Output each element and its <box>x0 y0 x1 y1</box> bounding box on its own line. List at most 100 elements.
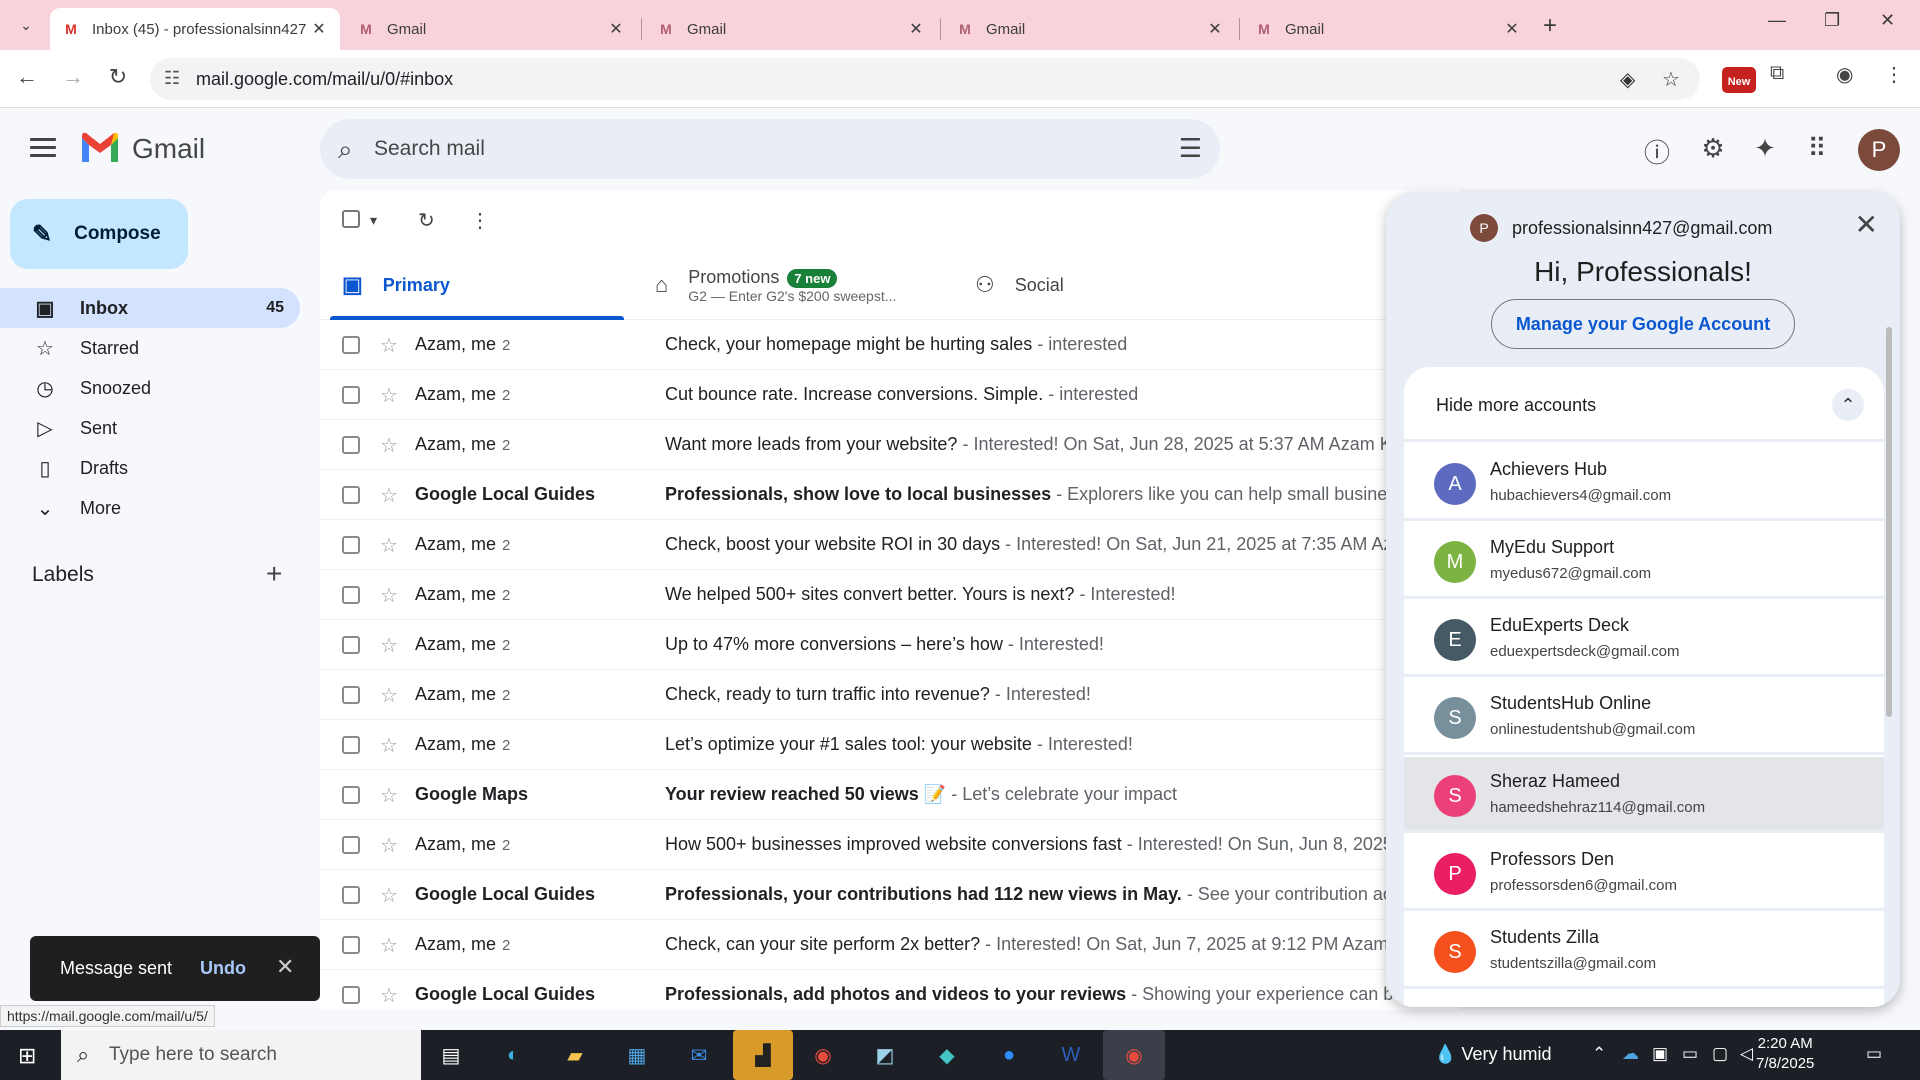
sidebar-item-drafts[interactable]: ▯ Drafts <box>0 448 300 488</box>
close-icon[interactable]: ✕ <box>276 954 294 980</box>
add-label-icon[interactable]: + <box>266 558 282 590</box>
star-icon[interactable]: ☆ <box>380 933 398 958</box>
tab-search-button[interactable]: ⌄ <box>12 12 40 38</box>
row-checkbox[interactable] <box>342 636 360 654</box>
search-bar[interactable]: ⌕ ☰ <box>320 119 1220 179</box>
email-row[interactable]: ☆ Google Local Guides Professionals, add p… <box>320 970 1460 1010</box>
manage-account-button[interactable]: Manage your Google Account <box>1491 299 1795 349</box>
new-tab-button[interactable]: + <box>1543 12 1557 40</box>
row-checkbox[interactable] <box>342 786 360 804</box>
gmail-wordmark[interactable]: Gmail <box>132 133 205 165</box>
row-checkbox[interactable] <box>342 686 360 704</box>
tab-promotions[interactable]: ⌂ Promotions 7 new G2 — Enter G2's $200 s… <box>655 250 945 320</box>
row-checkbox[interactable] <box>342 986 360 1004</box>
account-row[interactable]: P Professors Den professorsden6@gmail.com <box>1404 835 1884 911</box>
tab-close-icon[interactable]: ✕ <box>907 19 925 39</box>
sidebar-item-sent[interactable]: ▷ Sent <box>0 408 300 448</box>
row-checkbox[interactable] <box>342 586 360 604</box>
email-row[interactable]: ☆ Azam, me 2 Check, ready to turn traffic i… <box>320 670 1460 720</box>
star-icon[interactable]: ☆ <box>380 483 398 508</box>
search-input[interactable] <box>374 129 1134 169</box>
email-row[interactable]: ☆ Azam, me 2 Let’s optimize your #1 sales t… <box>320 720 1460 770</box>
row-checkbox[interactable] <box>342 336 360 354</box>
sidebar-item-inbox[interactable]: ▣ Inbox 45 <box>0 288 300 328</box>
search-options-icon[interactable]: ☰ <box>1179 133 1202 164</box>
select-dropdown-icon[interactable]: ▾ <box>370 212 377 229</box>
email-row[interactable]: ☆ Azam, me 2 Want more leads from your webs… <box>320 420 1460 470</box>
tab-close-icon[interactable]: ✕ <box>607 19 625 39</box>
gemini-sparkle-icon[interactable]: ✦ <box>1749 133 1781 164</box>
restore-icon[interactable]: ❐ <box>1824 10 1840 31</box>
email-row[interactable]: ☆ Azam, me 2 How 500+ businesses improved w… <box>320 820 1460 870</box>
account-row[interactable]: S Students Zilla studentszilla@gmail.com <box>1404 913 1884 989</box>
star-icon[interactable]: ☆ <box>380 383 398 408</box>
tab-primary[interactable]: ▣ Primary <box>330 250 624 320</box>
weather-widget[interactable]: 💧 Very humid <box>1434 1044 1551 1065</box>
email-row[interactable]: ☆ Azam, me 2 We helped 500+ sites convert b… <box>320 570 1460 620</box>
tab-social[interactable]: ⚇ Social <box>975 250 1175 320</box>
star-icon[interactable]: ☆ <box>380 583 398 608</box>
browser-tab-gmail-4[interactable]: M Gmail ✕ <box>944 8 1236 50</box>
email-row[interactable]: ☆ Google Local Guides Professionals, show … <box>320 470 1460 520</box>
task-view-icon[interactable]: ▤ <box>430 1038 472 1072</box>
browser-tab-inbox[interactable]: M Inbox (45) - professionalsinn427 ✕ <box>50 8 340 50</box>
star-icon[interactable]: ☆ <box>380 533 398 558</box>
sidebar-item-snoozed[interactable]: ◷ Snoozed <box>0 368 300 408</box>
chevron-up-icon[interactable]: ⌃ <box>1592 1044 1606 1064</box>
app-icon[interactable]: ◩ <box>864 1038 906 1072</box>
gmail-logo-icon[interactable] <box>80 132 120 164</box>
star-icon[interactable]: ☆ <box>380 733 398 758</box>
row-checkbox[interactable] <box>342 536 360 554</box>
email-row[interactable]: ☆ Google Local Guides Professionals, your … <box>320 870 1460 920</box>
battery-icon[interactable]: ▭ <box>1682 1044 1698 1064</box>
windows-start-icon[interactable]: ⊞ <box>18 1043 36 1069</box>
zoom-icon[interactable]: ● <box>988 1038 1030 1072</box>
bookmark-star-icon[interactable]: ☆ <box>1662 67 1680 92</box>
star-icon[interactable]: ☆ <box>380 983 398 1008</box>
clock[interactable]: 2:20 AM 7/8/2025 <box>1756 1034 1814 1074</box>
browser-tab-gmail-2[interactable]: M Gmail ✕ <box>345 8 637 50</box>
forward-icon[interactable]: → <box>58 64 88 90</box>
store-icon[interactable]: ▦ <box>616 1038 658 1072</box>
row-checkbox[interactable] <box>342 436 360 454</box>
chrome-profile-icon[interactable]: ◉ <box>1103 1030 1165 1080</box>
email-row[interactable]: ☆ Google Maps Your review reached 50 views… <box>320 770 1460 820</box>
apps-grid-icon[interactable]: ⠿ <box>1801 133 1833 164</box>
sticky-notes-icon[interactable]: ▟ <box>733 1030 793 1080</box>
account-row[interactable]: E EduExperts Deck eduexpertsdeck@gmail.com <box>1404 601 1884 677</box>
search-icon[interactable]: ⌕ <box>338 134 353 166</box>
account-row[interactable]: M MyEdu Support myedus672@gmail.com <box>1404 523 1884 599</box>
taskbar-search[interactable]: ⌕ Type here to search <box>61 1030 421 1080</box>
window-close-icon[interactable]: ✕ <box>1880 10 1895 31</box>
email-row[interactable]: ☆ Azam, me 2 Check, boost your website ROI … <box>320 520 1460 570</box>
row-checkbox[interactable] <box>342 736 360 754</box>
row-checkbox[interactable] <box>342 886 360 904</box>
address-bar[interactable]: ☷ mail.google.com/mail/u/0/#inbox ◈ ☆ <box>150 58 1700 100</box>
email-row[interactable]: ☆ Azam, me 2 Cut bounce rate. Increase conv… <box>320 370 1460 420</box>
main-menu-icon[interactable] <box>30 138 56 162</box>
email-row[interactable]: ☆ Azam, me 2 Up to 47% more conversions – h… <box>320 620 1460 670</box>
onedrive-icon[interactable]: ☁ <box>1622 1044 1639 1064</box>
star-icon[interactable]: ☆ <box>380 633 398 658</box>
email-row[interactable]: ☆ Azam, me 2 Check, your homepage might be … <box>320 320 1460 370</box>
star-icon[interactable]: ☆ <box>380 683 398 708</box>
star-icon[interactable]: ☆ <box>380 783 398 808</box>
account-avatar[interactable]: P <box>1858 129 1900 171</box>
reload-icon[interactable]: ↻ <box>103 64 133 90</box>
mail-icon[interactable]: ✉ <box>678 1038 720 1072</box>
network-icon[interactable]: ▢ <box>1712 1044 1728 1064</box>
notifications-icon[interactable]: ▭ <box>1866 1044 1882 1064</box>
row-checkbox[interactable] <box>342 936 360 954</box>
close-icon[interactable]: ✕ <box>1855 208 1878 241</box>
help-icon[interactable]: ⓘ <box>1641 133 1673 170</box>
tab-close-icon[interactable]: ✕ <box>310 19 328 39</box>
tab-close-icon[interactable]: ✕ <box>1206 19 1224 39</box>
compose-button[interactable]: ✎ Compose <box>10 199 188 269</box>
tab-close-icon[interactable]: ✕ <box>1503 19 1521 39</box>
account-row[interactable]: S StudentsHub Online onlinestudentshub@gma… <box>1404 679 1884 755</box>
browser-tab-gmail-3[interactable]: M Gmail ✕ <box>645 8 937 50</box>
chrome-icon[interactable]: ◉ <box>802 1038 844 1072</box>
row-checkbox[interactable] <box>342 486 360 504</box>
app-diamond-icon[interactable]: ◆ <box>926 1038 968 1072</box>
profile-icon[interactable]: ◉ <box>1836 62 1853 87</box>
